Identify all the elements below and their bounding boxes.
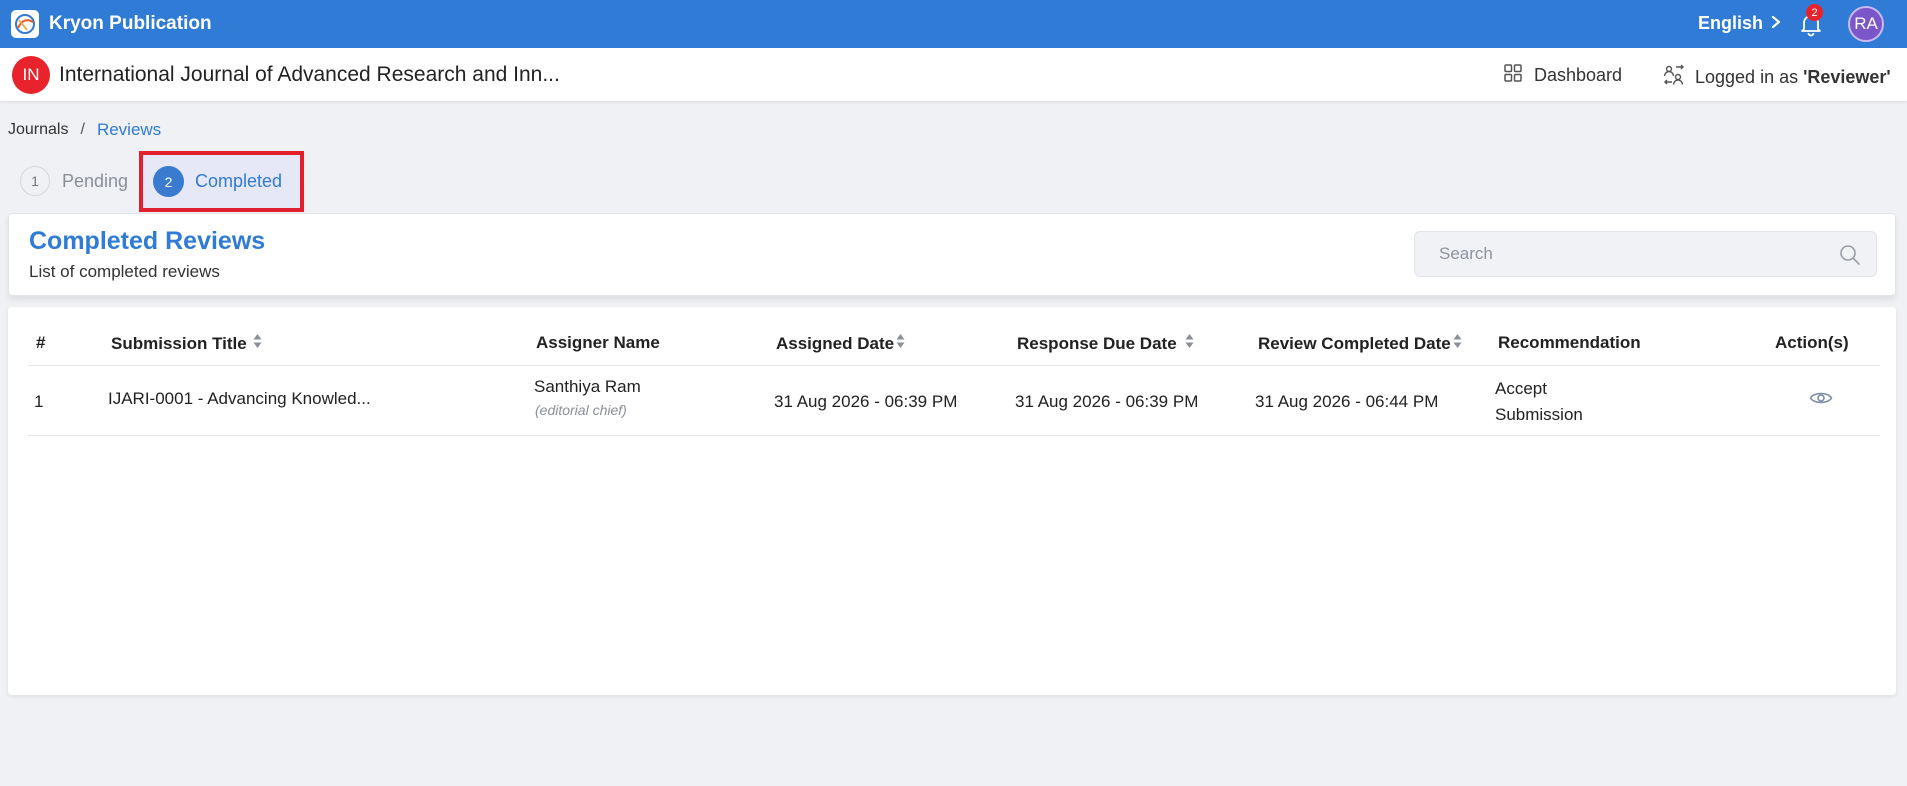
breadcrumb-reviews[interactable]: Reviews: [97, 120, 161, 140]
column-header-review-completed-date[interactable]: Review Completed Date: [1258, 333, 1462, 354]
column-header-index: #: [36, 333, 45, 353]
column-header-label: Submission Title: [111, 333, 247, 353]
column-header-label: Action(s): [1775, 333, 1849, 352]
breadcrumb-journals[interactable]: Journals: [8, 121, 68, 139]
language-selector[interactable]: English: [1698, 13, 1781, 34]
journal-badge: IN: [12, 56, 50, 94]
search-box: [1414, 231, 1877, 277]
user-avatar[interactable]: RA: [1848, 6, 1884, 42]
eye-icon[interactable]: [1809, 390, 1833, 411]
column-header-label: Response Due Date: [1017, 333, 1177, 353]
assigner-name: Santhiya Ram: [534, 377, 641, 396]
page-title: Completed Reviews: [29, 227, 266, 255]
review-completed-date: 31 Aug 2026 - 06:44 PM: [1255, 392, 1439, 411]
sort-icon[interactable]: [896, 333, 905, 354]
tab-pending[interactable]: 1 Pending: [20, 166, 128, 196]
search-icon[interactable]: [1839, 244, 1861, 271]
logged-in-prefix: Logged in as: [1695, 67, 1799, 87]
row-divider: [28, 435, 1880, 436]
response-due-date: 31 Aug 2026 - 06:39 PM: [1015, 392, 1199, 411]
journal-title[interactable]: International Journal of Advanced Resear…: [59, 63, 560, 87]
recommendation-line2: Submission: [1495, 405, 1583, 424]
column-header-label: Review Completed Date: [1258, 333, 1451, 353]
switch-user-icon: [1663, 64, 1695, 91]
brand[interactable]: Kryon Publication: [11, 10, 212, 38]
column-header-label: #: [36, 333, 46, 352]
column-header-recommendation: Recommendation: [1498, 333, 1641, 353]
tab-completed-number: 2: [153, 166, 184, 197]
column-header-submission-title[interactable]: Submission Title: [111, 333, 262, 354]
column-header-actions: Action(s): [1775, 333, 1849, 353]
top-nav-bar: Kryon Publication English 2 RA: [0, 0, 1907, 48]
breadcrumb-separator: /: [80, 121, 85, 138]
assigner-role: (editorial chief): [535, 402, 627, 418]
sort-icon[interactable]: [1185, 333, 1194, 354]
dashboard-grid-icon: [1504, 64, 1534, 87]
tab-completed[interactable]: 2 Completed: [139, 151, 304, 212]
assigned-date: 31 Aug 2026 - 06:39 PM: [774, 392, 958, 411]
dashboard-link[interactable]: Dashboard: [1504, 64, 1622, 87]
logged-in-role-name: 'Reviewer': [1803, 67, 1891, 87]
reviews-table: # Submission Title Assigner Name Assigne…: [8, 307, 1896, 695]
chevron-right-icon: [1771, 13, 1781, 34]
sort-icon[interactable]: [1453, 333, 1462, 354]
logged-in-role[interactable]: Logged in as 'Reviewer': [1663, 64, 1891, 91]
language-label: English: [1698, 13, 1764, 33]
dashboard-label: Dashboard: [1534, 65, 1623, 85]
notification-count-badge: 2: [1806, 4, 1823, 21]
row-index: 1: [34, 392, 44, 411]
tab-pending-number: 1: [20, 166, 50, 196]
search-input[interactable]: [1415, 232, 1815, 276]
app-name: Kryon Publication: [49, 13, 212, 34]
header-divider: [28, 365, 1880, 366]
kryon-logo-icon: [11, 10, 39, 38]
sort-icon[interactable]: [253, 333, 262, 354]
tab-pending-label: Pending: [62, 170, 129, 191]
journal-header: IN International Journal of Advanced Res…: [0, 48, 1907, 102]
column-header-label: Assigned Date: [776, 333, 895, 353]
column-header-label: Recommendation: [1498, 333, 1641, 352]
breadcrumb: Journals / Reviews: [8, 120, 161, 140]
column-header-assigner-name: Assigner Name: [536, 333, 660, 353]
column-header-assigned-date[interactable]: Assigned Date: [776, 333, 905, 354]
tab-completed-label: Completed: [195, 171, 283, 191]
column-header-label: Assigner Name: [536, 333, 660, 352]
column-header-response-due-date[interactable]: Response Due Date: [1017, 333, 1194, 354]
recommendation-line1: Accept: [1495, 379, 1547, 398]
page-subtitle: List of completed reviews: [29, 262, 220, 281]
section-header-card: Completed Reviews List of completed revi…: [8, 213, 1896, 296]
submission-title-link[interactable]: IJARI-0001 - Advancing Knowled...: [108, 389, 371, 409]
